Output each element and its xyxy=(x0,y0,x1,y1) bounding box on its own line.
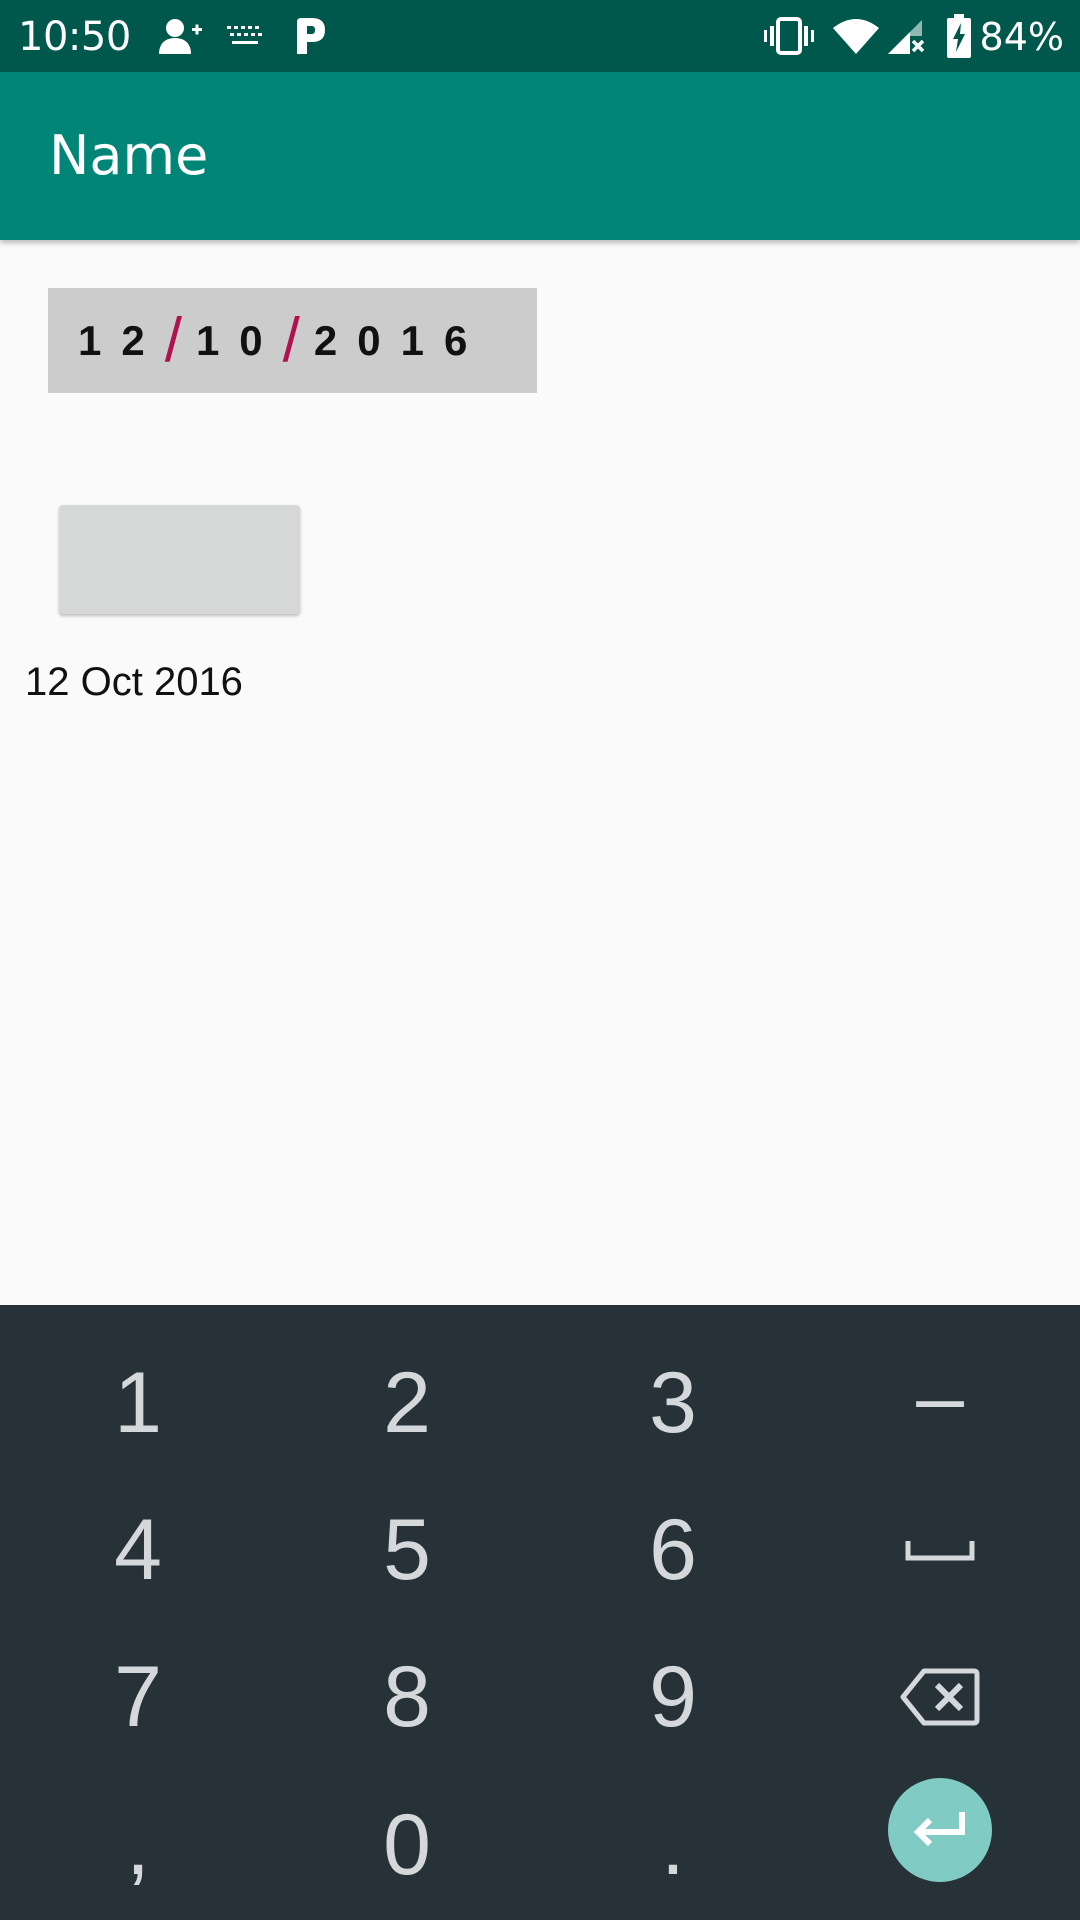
battery-percent: 84% xyxy=(979,15,1064,59)
key-4[interactable]: 4 xyxy=(3,1475,273,1625)
date-day: 12 xyxy=(78,316,165,364)
date-separator: / xyxy=(282,306,300,375)
enter-icon xyxy=(913,1812,965,1847)
date-input-field[interactable]: 12 / 10 / 2016 xyxy=(48,288,537,393)
key-period[interactable]: . xyxy=(538,1770,808,1920)
app-bar: Name xyxy=(0,72,1080,240)
wifi-icon xyxy=(832,0,880,72)
enter-key[interactable] xyxy=(888,1778,992,1882)
date-separator: / xyxy=(164,306,182,375)
battery-charging-icon xyxy=(946,0,972,72)
no-signal-icon xyxy=(886,0,926,72)
space-icon xyxy=(905,1541,975,1561)
key-3[interactable]: 3 xyxy=(538,1328,808,1478)
key-comma[interactable]: , xyxy=(3,1770,273,1920)
keyboard-icon xyxy=(226,0,264,72)
key-8[interactable]: 8 xyxy=(272,1622,542,1772)
key-2[interactable]: 2 xyxy=(272,1328,542,1478)
key-6[interactable]: 6 xyxy=(538,1475,808,1625)
key-1[interactable]: 1 xyxy=(3,1328,273,1478)
key-9[interactable]: 9 xyxy=(538,1622,808,1772)
space-key[interactable] xyxy=(805,1475,1075,1625)
backspace-icon xyxy=(900,1668,980,1726)
status-time: 10:50 xyxy=(18,14,131,60)
date-month: 10 xyxy=(195,316,283,364)
vibrate-icon xyxy=(764,0,814,72)
date-year: 2016 xyxy=(313,316,488,364)
key-0[interactable]: 0 xyxy=(272,1770,542,1920)
page-title: Name xyxy=(49,124,209,187)
formatted-date-text: 12 Oct 2016 xyxy=(25,660,243,704)
p-app-icon xyxy=(294,0,328,72)
key-7[interactable]: 7 xyxy=(3,1622,273,1772)
key-5[interactable]: 5 xyxy=(272,1475,542,1625)
add-person-icon xyxy=(158,0,204,72)
key-minus[interactable]: – xyxy=(805,1322,1075,1472)
action-button[interactable] xyxy=(59,505,300,614)
backspace-key[interactable] xyxy=(805,1622,1075,1772)
status-bar: 10:50 84% xyxy=(0,0,1080,72)
